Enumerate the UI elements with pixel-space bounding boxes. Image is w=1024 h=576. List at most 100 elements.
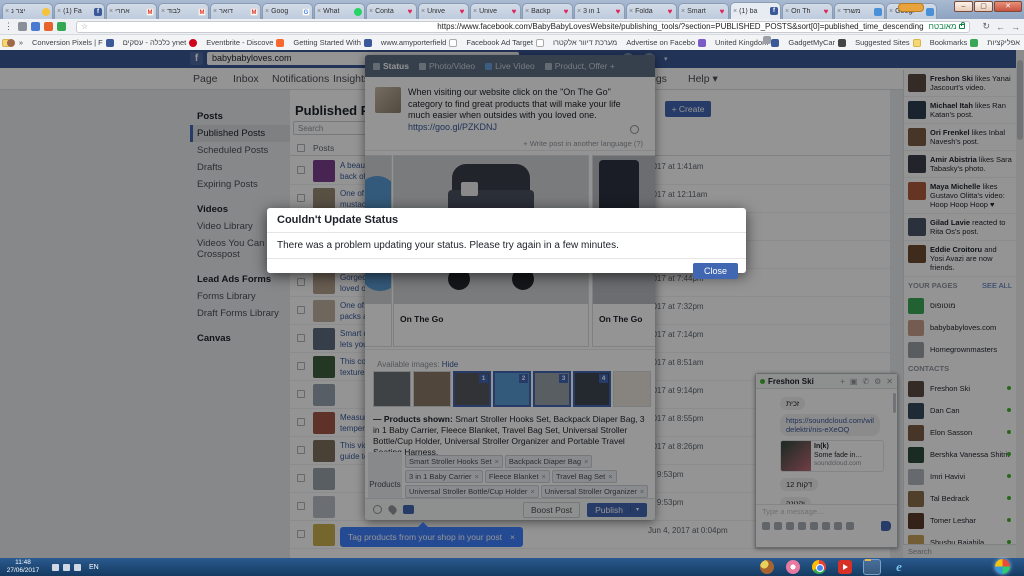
tab-title: לבוד — [167, 8, 181, 15]
browser-tab[interactable]: × משרד — [834, 3, 885, 19]
reload-icon[interactable]: ↻ — [982, 21, 990, 32]
browser-tab[interactable]: × What — [314, 3, 365, 19]
bookmark-label: מערכת דיוור אלקטרו — [552, 38, 618, 47]
bookmark-item[interactable]: מערכת דיוור אלקטרו — [7, 38, 618, 47]
paint-app-icon[interactable] — [760, 560, 774, 574]
browser-tab[interactable]: × Goog — [262, 3, 313, 19]
browser-tab[interactable]: × יצר נ — [2, 3, 53, 19]
back-icon[interactable]: ← — [996, 22, 1005, 32]
browser-tab[interactable]: × (1) ba — [730, 2, 781, 19]
tab-title: 3 in 1 — [583, 8, 601, 15]
close-dialog-button[interactable]: Close — [692, 263, 738, 279]
browser-toolbar: ⋮ ☆ https://www.facebook.com/BabyBabyLov… — [0, 19, 1024, 35]
tab-close-icon[interactable]: × — [889, 8, 893, 15]
maximize-button[interactable]: ▢ — [974, 1, 993, 12]
chrome-app-icon[interactable] — [812, 560, 826, 574]
extension-icon[interactable] — [31, 22, 40, 31]
browser-tab[interactable]: × Unive — [470, 3, 521, 19]
bookmark-item[interactable]: Advertise on Facebo — [626, 38, 706, 47]
tab-title: יצר נ — [11, 8, 26, 15]
browser-tab[interactable]: × Smart — [678, 3, 729, 19]
bookmark-favicon — [970, 38, 979, 47]
browser-tab[interactable]: × Unive — [418, 3, 469, 19]
pink-app-icon[interactable] — [786, 560, 800, 574]
browser-tab[interactable]: × Backp — [522, 3, 573, 19]
bookmark-item[interactable]: www.amyporterfield — [381, 38, 458, 47]
bookmark-item[interactable]: Getting Started With — [293, 38, 372, 47]
tab-close-icon[interactable]: × — [421, 8, 425, 15]
tab-favicon — [822, 8, 830, 16]
tab-favicon — [302, 7, 310, 16]
bookmark-item[interactable]: Suggested Sites — [855, 38, 921, 47]
tab-close-icon[interactable]: × — [265, 8, 269, 15]
bookmark-favicon — [189, 38, 198, 47]
browser-tab[interactable]: × Conta — [366, 3, 417, 19]
tab-close-icon[interactable]: × — [369, 8, 373, 15]
extension-icon[interactable] — [57, 22, 66, 31]
browser-tab[interactable]: × דואר — [210, 3, 261, 19]
extension-icon[interactable] — [44, 22, 53, 31]
tab-favicon — [250, 7, 258, 16]
tab-close-icon[interactable]: × — [473, 8, 477, 15]
bookmark-item[interactable]: ynet כלכלה - עסקים — [123, 38, 198, 47]
extension-icon[interactable] — [18, 22, 27, 31]
start-button[interactable] — [995, 559, 1010, 574]
internet-explorer-app-icon[interactable]: e — [892, 560, 906, 574]
bookmark-favicon — [912, 38, 921, 47]
system-tray — [52, 563, 81, 571]
tab-close-icon[interactable]: × — [317, 8, 321, 15]
browser-tab[interactable]: × (1) Fa — [54, 3, 105, 19]
browser-tab[interactable]: × Folda — [626, 3, 677, 19]
window-controls: – ▢ ✕ — [953, 1, 1022, 12]
tab-close-icon[interactable]: × — [629, 8, 633, 15]
tab-close-icon[interactable]: × — [785, 8, 789, 15]
tab-close-icon[interactable]: × — [57, 8, 61, 15]
language-indicator[interactable]: EN — [89, 564, 99, 571]
tab-close-icon[interactable]: × — [577, 8, 581, 15]
browser-tab[interactable]: × אחרי — [106, 3, 157, 19]
bookmark-item[interactable]: Facebook Ad Target — [466, 38, 544, 47]
taskbar-clock[interactable]: 11:48 27/06/2017 — [0, 559, 46, 575]
tab-close-icon[interactable]: × — [5, 8, 9, 15]
volume-icon[interactable] — [74, 563, 81, 571]
forward-icon[interactable]: → — [1011, 22, 1020, 32]
bookmark-item[interactable]: GadgetMyCar — [788, 38, 847, 47]
tab-title: משרד — [843, 8, 861, 15]
tab-favicon — [614, 8, 622, 16]
tab-title: Goog — [271, 8, 289, 15]
screen: × יצר נ × (1) Fa × אחרי × לבוד — [0, 0, 1024, 576]
bookmark-star-icon[interactable]: ☆ — [81, 22, 88, 31]
bookmark-item[interactable]: Conversion Pixels | F — [32, 38, 114, 47]
tab-title: Backp — [531, 8, 551, 15]
network-icon[interactable] — [63, 563, 70, 571]
bookmark-item[interactable]: Eventbrite - Discove — [206, 38, 285, 47]
bookmark-item[interactable]: Bookmarks — [930, 38, 979, 47]
dialog-message: There was a problem updating your status… — [267, 233, 746, 259]
bookmark-favicon — [838, 38, 847, 47]
tab-favicon — [354, 7, 362, 16]
tab-close-icon[interactable]: × — [161, 8, 165, 15]
tab-close-icon[interactable]: × — [109, 8, 113, 15]
tab-close-icon[interactable]: × — [525, 8, 529, 15]
close-button[interactable]: ✕ — [994, 1, 1022, 12]
browser-tab[interactable]: × 3 in 1 — [574, 3, 625, 19]
minimize-button[interactable]: – — [954, 1, 973, 12]
bookmark-label: GadgetMyCar — [788, 38, 836, 47]
session-badge — [898, 3, 924, 12]
bookmark-label: Bookmarks — [929, 38, 968, 47]
show-hidden-icons[interactable] — [52, 563, 59, 571]
browser-menu-icon[interactable]: ⋮ — [4, 21, 13, 32]
bookmark-label: Conversion Pixels | F — [32, 38, 103, 47]
tab-close-icon[interactable]: × — [213, 8, 217, 15]
tab-close-icon[interactable]: × — [681, 8, 685, 15]
bookmark-item[interactable]: « — [19, 38, 23, 47]
tab-close-icon[interactable]: × — [837, 8, 841, 15]
tab-close-icon[interactable]: × — [733, 8, 737, 15]
address-bar[interactable]: ☆ https://www.facebook.com/BabyBabyLoves… — [76, 20, 971, 33]
bookmark-item[interactable]: אפליקציות — [763, 36, 1020, 47]
media-player-app-icon[interactable] — [838, 560, 852, 574]
browser-tab[interactable]: × לבוד — [158, 3, 209, 19]
tab-title: Folda — [635, 8, 653, 15]
browser-tab[interactable]: × On Th — [782, 3, 833, 19]
tab-favicon — [666, 8, 674, 16]
